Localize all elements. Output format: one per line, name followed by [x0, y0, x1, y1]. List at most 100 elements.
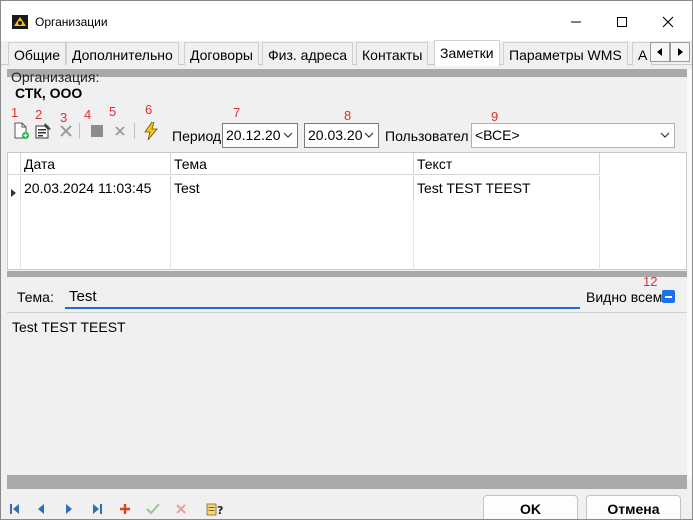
visible-to-all-checkbox[interactable]	[662, 290, 675, 303]
organization-header-bar	[7, 69, 687, 77]
post-record-button[interactable]	[145, 501, 161, 517]
cell-subject[interactable]: Test	[171, 176, 414, 200]
background-edge	[687, 69, 692, 479]
save-note-button[interactable]	[87, 121, 107, 141]
period-label: Период	[172, 128, 222, 144]
column-header-date[interactable]: Дата	[21, 153, 171, 175]
chevron-down-icon	[660, 132, 670, 138]
subject-input[interactable]	[65, 284, 580, 309]
tab-general[interactable]: Общие	[8, 42, 67, 65]
new-document-icon	[14, 122, 29, 139]
grid-line	[170, 200, 171, 270]
visible-to-all-label: Видно всем	[586, 289, 663, 305]
close-button[interactable]	[645, 1, 691, 43]
annotation-5: 5	[109, 104, 117, 119]
organization-name: СТК, ООО	[15, 85, 83, 101]
maximize-button[interactable]	[599, 1, 645, 43]
grid-line	[599, 200, 600, 270]
arrow-right-icon	[678, 48, 683, 56]
edit-note-button[interactable]	[33, 121, 53, 141]
splitter[interactable]	[7, 271, 687, 277]
checkmark-icon	[146, 503, 160, 515]
annotation-1: 1	[11, 105, 19, 120]
minimize-button[interactable]	[553, 1, 599, 43]
annotation-2: 2	[35, 107, 43, 122]
date-to-picker[interactable]: 20.03.20	[304, 123, 379, 148]
plus-icon	[120, 504, 130, 514]
cancel-edit-button[interactable]	[110, 121, 130, 141]
first-record-icon	[10, 504, 19, 514]
tab-notes[interactable]: Заметки	[434, 40, 500, 66]
annotation-6: 6	[145, 102, 153, 117]
previous-record-button[interactable]	[33, 501, 49, 517]
current-row-arrow-icon	[11, 189, 16, 197]
previous-record-icon	[38, 504, 44, 514]
cell-date[interactable]: 20.03.2024 11:03:45	[21, 176, 171, 200]
refresh-button[interactable]	[141, 121, 161, 141]
ok-button[interactable]: OK	[483, 495, 578, 519]
organization-label: Организация:	[11, 69, 100, 85]
tab-contracts[interactable]: Договоры	[184, 42, 259, 65]
next-record-button[interactable]	[61, 501, 77, 517]
delete-icon	[60, 125, 72, 137]
tab-contacts[interactable]: Контакты	[356, 42, 429, 65]
cancel-button[interactable]: Отмена	[586, 495, 681, 519]
delete-note-button[interactable]	[56, 121, 76, 141]
column-header-text[interactable]: Текст	[414, 153, 600, 175]
tab-wms-parameters[interactable]: Параметры WMS	[503, 42, 628, 65]
arrow-left-icon	[657, 48, 662, 56]
minimize-icon	[571, 21, 581, 23]
cancel-record-button[interactable]	[173, 501, 189, 517]
cell-text[interactable]: Test TEST TEEST	[414, 176, 600, 200]
app-icon	[12, 15, 28, 29]
window-title: Организации	[35, 15, 108, 29]
new-note-button[interactable]	[11, 121, 31, 141]
add-record-button[interactable]	[117, 501, 133, 517]
organization-window: Организации Общие Дополнительно Договоры…	[0, 0, 693, 520]
date-from-picker[interactable]: 20.12.20	[222, 123, 298, 148]
cancel-icon	[115, 126, 125, 136]
bottom-gray-band	[7, 475, 687, 489]
toolbar-separator	[134, 123, 135, 139]
save-icon	[91, 125, 103, 137]
title-bar: Организации	[1, 1, 692, 43]
lightning-icon	[144, 122, 158, 140]
annotation-9: 9	[491, 109, 499, 124]
note-text-area[interactable]: Test TEST TEEST	[7, 312, 687, 475]
grid-line	[20, 200, 21, 270]
maximize-icon	[617, 17, 627, 27]
checkbox-mark-icon	[665, 295, 672, 298]
toolbar-separator	[79, 123, 80, 139]
tab-additional[interactable]: Дополнительно	[66, 42, 179, 65]
record-info-icon: ?	[206, 503, 223, 517]
edit-properties-icon	[35, 123, 51, 139]
cancel-record-icon	[176, 504, 186, 514]
last-record-icon	[93, 504, 102, 514]
user-label: Пользовател	[385, 128, 469, 144]
date-from-value: 20.12.20	[226, 127, 281, 143]
tab-scroll-right[interactable]	[670, 42, 690, 62]
subject-label: Тема:	[17, 289, 54, 305]
first-record-button[interactable]	[7, 501, 23, 517]
row-selector[interactable]	[8, 176, 21, 200]
annotation-7: 7	[233, 105, 241, 120]
record-info-button[interactable]: ?	[205, 501, 225, 517]
user-select-value: <ВСЕ>	[475, 127, 520, 143]
tab-overflow[interactable]: А	[632, 42, 652, 65]
annotation-4: 4	[84, 107, 92, 122]
grid-line	[413, 200, 414, 270]
annotation-8: 8	[344, 108, 352, 123]
next-record-icon	[66, 504, 72, 514]
tab-physical-addresses[interactable]: Физ. адреса	[262, 42, 353, 65]
chevron-down-icon	[364, 132, 374, 138]
close-icon	[662, 16, 674, 28]
notes-grid: Дата Тема Текст 20.03.2024 11:03:45 Test…	[7, 152, 687, 270]
user-select[interactable]: <ВСЕ>	[471, 123, 675, 148]
last-record-button[interactable]	[89, 501, 105, 517]
column-header-subject[interactable]: Тема	[171, 153, 414, 175]
chevron-down-icon	[283, 132, 293, 138]
grid-row-header-corner	[8, 153, 21, 175]
date-to-value: 20.03.20	[308, 127, 363, 143]
svg-text:?: ?	[217, 504, 223, 517]
tab-scroll-left[interactable]	[650, 42, 670, 62]
